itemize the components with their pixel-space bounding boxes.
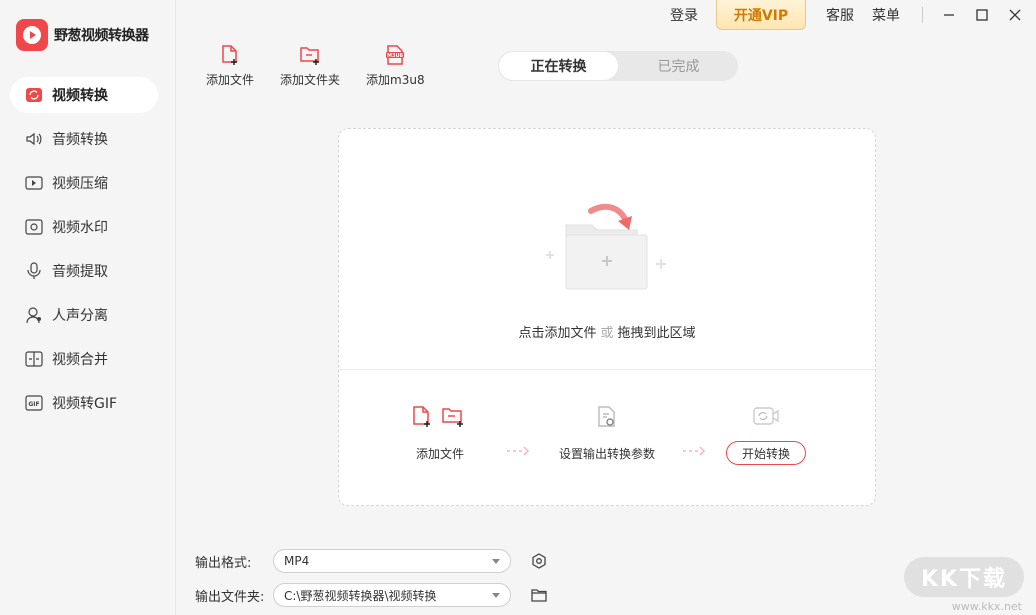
output-format-row: 输出格式: MP4 <box>195 549 549 573</box>
video-compress-icon <box>24 173 44 193</box>
app-logo-icon <box>16 19 48 51</box>
sidebar-item-label: 视频转GIF <box>52 396 118 412</box>
sidebar-item-video-gif[interactable]: GIF 视频转GIF <box>10 385 158 421</box>
sidebar-item-audio-convert[interactable]: 音频转换 <box>10 121 158 157</box>
add-file-button[interactable]: 添加文件 <box>206 44 254 88</box>
close-button[interactable] <box>1003 3 1027 27</box>
folder-icon <box>531 589 547 602</box>
minimize-button[interactable] <box>937 3 961 27</box>
tab-converting[interactable]: 正在转换 <box>498 51 619 81</box>
add-m3u8-button[interactable]: M3U8 添加m3u8 <box>366 44 425 88</box>
start-convert-button[interactable]: 开始转换 <box>726 441 806 465</box>
output-format-select[interactable]: MP4 <box>273 549 511 573</box>
add-folder-label: 添加文件夹 <box>280 73 341 87</box>
folder-upload-icon <box>539 197 679 297</box>
step-set-params-label: 设置输出转换参数 <box>559 447 656 461</box>
add-folder-icon <box>299 44 321 66</box>
watermark-text: KK下载 <box>904 557 1024 597</box>
drop-hint-drag: 拖拽到此区域 <box>617 326 696 341</box>
sidebar-item-label: 视频水印 <box>52 220 108 236</box>
sidebar-item-label: 视频合并 <box>52 352 108 368</box>
sidebar-item-audio-extract[interactable]: 音频提取 <box>10 253 158 289</box>
step-add-file: 添加文件 <box>411 405 465 462</box>
chevron-down-icon <box>492 592 500 598</box>
status-tabs: 正在转换 已完成 <box>498 51 738 81</box>
drop-zone-divider <box>339 369 875 370</box>
titlebar-divider <box>922 7 923 23</box>
sidebar-item-video-convert[interactable]: 视频转换 <box>10 77 158 113</box>
audio-extract-icon <box>24 261 44 281</box>
toolbar: 添加文件 添加文件夹 M3U8 添加m3u8 <box>206 44 451 88</box>
add-folder-icon <box>442 408 463 427</box>
settings-file-icon <box>598 406 615 427</box>
drop-hint-click: 点击添加文件 <box>518 326 597 341</box>
watermark-url: www.kkx.net <box>951 600 1022 613</box>
title-bar: 登录 开通VIP 客服 菜单 <box>670 0 1036 30</box>
customer-service-link[interactable]: 客服 <box>826 5 854 25</box>
sidebar-item-video-merge[interactable]: 视频合并 <box>10 341 158 377</box>
output-folder-row: 输出文件夹: C:\野葱视频转换器\视频转换 <box>195 583 549 607</box>
vocal-separate-icon <box>24 305 44 325</box>
output-folder-label: 输出文件夹: <box>195 589 265 605</box>
video-gif-icon: GIF <box>24 393 44 413</box>
video-convert-icon <box>24 85 44 105</box>
step-start: 开始转换 <box>726 405 806 465</box>
svg-text:M3U8: M3U8 <box>387 53 404 59</box>
drop-zone: 点击添加文件或拖拽到此区域 添加文件 设置输出转换参数 开始转换 <box>338 128 876 506</box>
drop-hint-or: 或 <box>600 326 614 341</box>
sidebar-item-vocal-separate[interactable]: 人声分离 <box>10 297 158 333</box>
minimize-icon <box>944 14 954 16</box>
drop-area[interactable]: 点击添加文件或拖拽到此区域 <box>339 129 875 370</box>
sidebar: 野葱视频转换器 视频转换 音频转换 视频压缩 视频水印 音频提取 人声分离 视频… <box>0 0 176 615</box>
gear-icon <box>532 553 546 569</box>
open-folder-button[interactable] <box>529 585 549 605</box>
sidebar-item-label: 人声分离 <box>52 308 108 324</box>
maximize-icon <box>976 9 988 21</box>
drop-hint: 点击添加文件或拖拽到此区域 <box>339 322 875 341</box>
add-m3u8-label: 添加m3u8 <box>366 73 425 87</box>
app-logo: 野葱视频转换器 <box>16 19 149 51</box>
close-icon <box>1009 9 1021 21</box>
video-merge-icon <box>24 349 44 369</box>
step-add-file-label: 添加文件 <box>415 447 464 461</box>
video-watermark-icon <box>24 217 44 237</box>
vip-button[interactable]: 开通VIP <box>716 0 806 30</box>
add-file-icon <box>219 44 241 66</box>
step-arrow-icon <box>505 445 531 457</box>
add-folder-button[interactable]: 添加文件夹 <box>280 44 340 88</box>
login-link[interactable]: 登录 <box>670 5 698 25</box>
output-folder-value: C:\野葱视频转换器\视频转换 <box>284 588 437 603</box>
main-area: 登录 开通VIP 客服 菜单 添加文件 添加文件夹 M3U8 添加m3u8 正在… <box>177 0 1036 615</box>
site-watermark: KK下载 www.kkx.net <box>902 557 1032 613</box>
step-arrow-icon <box>681 445 707 457</box>
svg-text:GIF: GIF <box>28 401 39 408</box>
chevron-down-icon <box>492 558 500 564</box>
output-format-label: 输出格式: <box>195 555 252 571</box>
sidebar-item-video-watermark[interactable]: 视频水印 <box>10 209 158 245</box>
output-folder-select[interactable]: C:\野葱视频转换器\视频转换 <box>273 583 511 607</box>
add-file-icon <box>413 406 430 427</box>
sidebar-item-label: 视频转换 <box>52 88 108 104</box>
tab-completed[interactable]: 已完成 <box>619 51 738 81</box>
step-add-icons <box>411 405 465 429</box>
app-title: 野葱视频转换器 <box>54 28 149 44</box>
output-format-value: MP4 <box>284 554 310 568</box>
sidebar-item-label: 音频转换 <box>52 132 108 148</box>
add-file-label: 添加文件 <box>206 73 255 87</box>
convert-video-icon <box>753 407 779 425</box>
sidebar-item-label: 音频提取 <box>52 264 108 280</box>
sidebar-item-video-compress[interactable]: 视频压缩 <box>10 165 158 201</box>
audio-convert-icon <box>24 129 44 149</box>
sidebar-item-label: 视频压缩 <box>52 176 108 192</box>
sidebar-nav: 视频转换 音频转换 视频压缩 视频水印 音频提取 人声分离 视频合并 GIF 视… <box>10 77 158 429</box>
maximize-button[interactable] <box>970 3 994 27</box>
step-set-params: 设置输出转换参数 <box>559 405 655 462</box>
format-settings-button[interactable] <box>529 551 549 571</box>
menu-link[interactable]: 菜单 <box>872 5 900 25</box>
m3u8-file-icon: M3U8 <box>384 44 406 66</box>
